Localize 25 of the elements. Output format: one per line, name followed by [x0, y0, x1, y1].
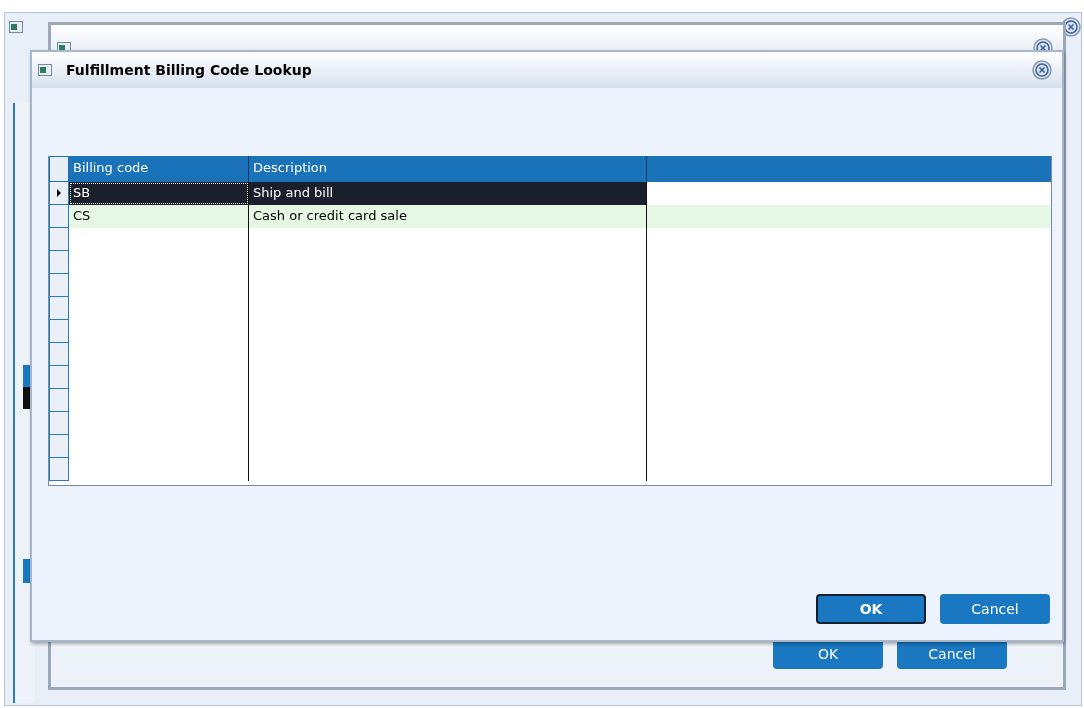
table-row[interactable]: SB Ship and bill — [49, 182, 1051, 205]
table-cell: Cash or credit card sale — [249, 205, 647, 228]
row-header — [49, 251, 69, 274]
row-header[interactable] — [49, 182, 69, 205]
row-header — [49, 274, 69, 297]
row-header — [49, 320, 69, 343]
window-title: Fulfillment Billing Code Lookup — [66, 62, 313, 78]
row-header — [49, 412, 69, 435]
table-cell: SB — [69, 182, 249, 205]
row-header — [49, 297, 69, 320]
current-row-icon — [57, 189, 61, 197]
row-header — [49, 228, 69, 251]
row-header — [49, 366, 69, 389]
row-header — [49, 458, 69, 481]
ok-button[interactable]: OK — [816, 594, 926, 624]
row-header — [49, 343, 69, 366]
table-cell: Ship and bill — [249, 182, 647, 205]
table-row[interactable]: CS Cash or credit card sale — [49, 205, 1051, 228]
table-cell: CS — [69, 205, 249, 228]
close-icon[interactable] — [1032, 60, 1052, 80]
window-icon — [9, 21, 23, 33]
cancel-button[interactable]: Cancel — [940, 594, 1050, 624]
row-header — [49, 389, 69, 412]
row-header — [49, 435, 69, 458]
window-icon — [38, 64, 52, 76]
